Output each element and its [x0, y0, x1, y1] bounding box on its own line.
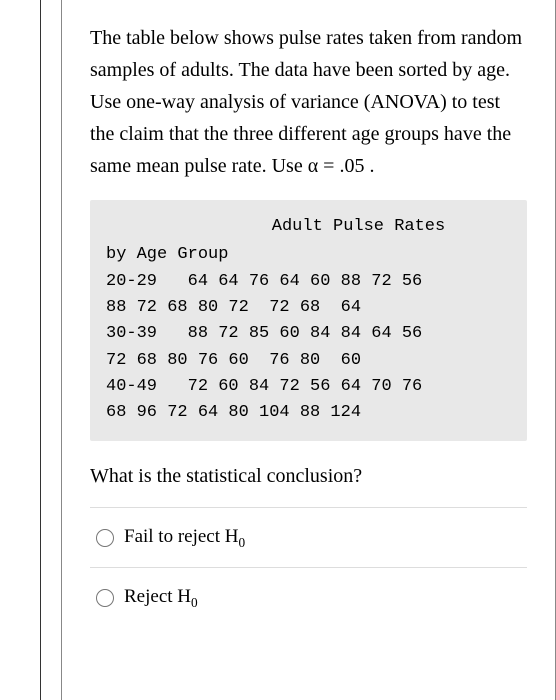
divider [90, 507, 527, 508]
option-fail-to-reject[interactable]: Fail to reject H0 [90, 522, 527, 567]
data-row: 88 72 68 80 72 72 68 64 [106, 295, 511, 321]
conclusion-prompt: What is the statistical conclusion? [90, 461, 527, 491]
data-row: 72 68 80 76 60 76 80 60 [106, 348, 511, 374]
option-reject[interactable]: Reject H0 [90, 582, 527, 627]
question-card: The table below shows pulse rates taken … [61, 0, 556, 700]
option-text: Reject H [124, 586, 191, 607]
question-text: The table below shows pulse rates taken … [90, 22, 527, 182]
option-label: Reject H0 [124, 586, 198, 611]
option-label: Fail to reject H0 [124, 526, 245, 551]
data-box: Adult Pulse Rates by Age Group 20-29 64 … [90, 200, 527, 441]
data-row: 20-29 64 64 76 64 60 88 72 56 [106, 269, 511, 295]
data-row: 40-49 72 60 84 72 56 64 70 76 [106, 374, 511, 400]
radio-input[interactable] [96, 529, 114, 547]
divider [90, 567, 527, 568]
radio-input[interactable] [96, 589, 114, 607]
data-row: 68 96 72 64 80 104 88 124 [106, 400, 511, 426]
data-row: 30-39 88 72 85 60 84 84 64 56 [106, 321, 511, 347]
option-subscript: 0 [239, 535, 246, 550]
data-title: Adult Pulse Rates [106, 214, 511, 240]
option-text: Fail to reject H [124, 526, 239, 547]
option-subscript: 0 [191, 594, 198, 609]
data-subtitle: by Age Group [106, 242, 511, 268]
